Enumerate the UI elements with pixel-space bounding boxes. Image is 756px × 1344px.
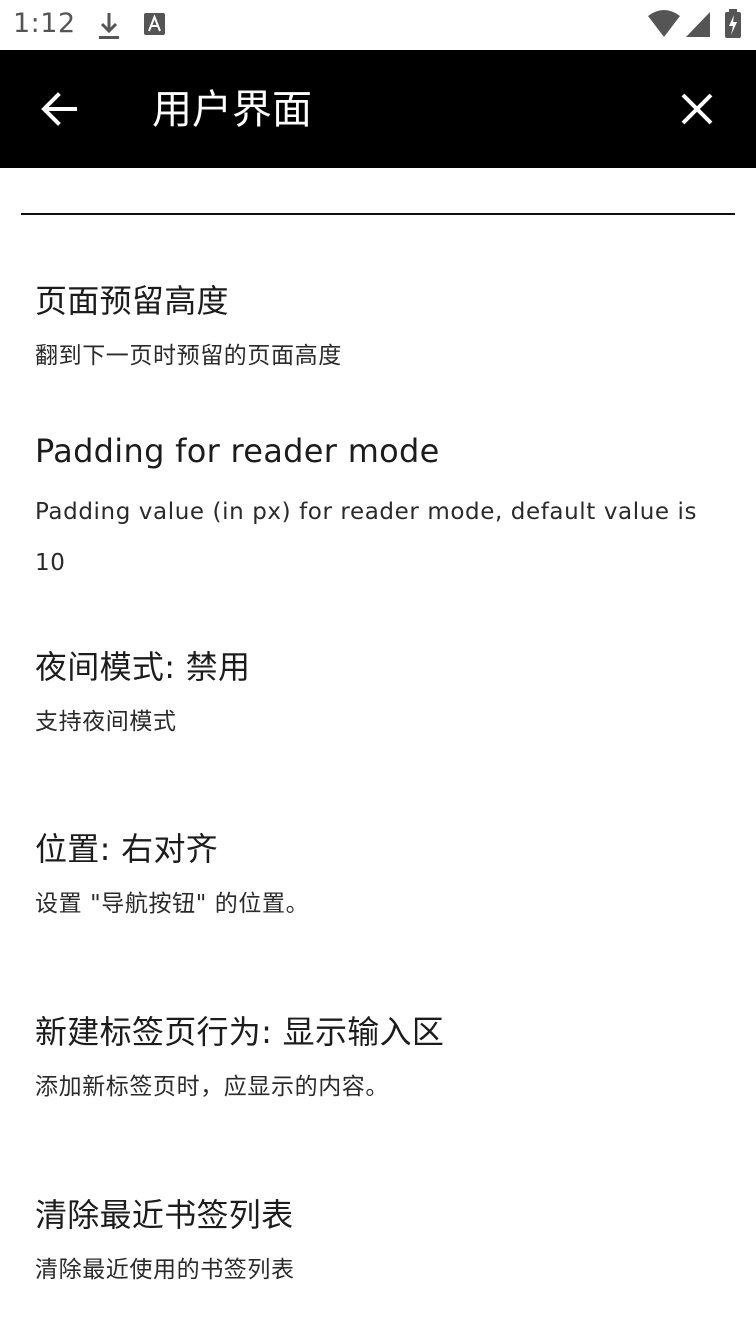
close-button[interactable] bbox=[662, 74, 732, 144]
divider bbox=[21, 213, 735, 215]
pref-item-page-margin[interactable]: 页面预留高度 翻到下一页时预留的页面高度 bbox=[0, 270, 756, 390]
pref-title: 位置: 右对齐 bbox=[35, 830, 219, 868]
back-button[interactable] bbox=[24, 74, 94, 144]
a-letter-icon bbox=[144, 13, 165, 35]
arrow-left-icon bbox=[41, 92, 77, 126]
download-icon bbox=[99, 13, 119, 39]
pref-title: Padding for reader mode bbox=[35, 432, 440, 470]
pref-title: 清除最近书签列表 bbox=[35, 1196, 294, 1234]
pref-title: 夜间模式: 禁用 bbox=[35, 648, 251, 686]
page-title: 用户界面 bbox=[152, 87, 312, 133]
pref-summary: 支持夜间模式 bbox=[35, 709, 177, 735]
wifi-icon bbox=[648, 10, 680, 37]
pref-summary: Padding value (in px) for reader mode, d… bbox=[35, 499, 698, 576]
pref-item-clear-bookmarks[interactable]: 清除最近书签列表 清除最近使用的书签列表 bbox=[0, 1184, 756, 1314]
pref-item-reader-padding[interactable]: Padding for reader mode Padding value (i… bbox=[0, 426, 756, 596]
pref-item-night-mode[interactable]: 夜间模式: 禁用 支持夜间模式 bbox=[0, 636, 756, 766]
pref-summary: 设置 "导航按钮" 的位置。 bbox=[35, 891, 310, 917]
status-time: 1:12 bbox=[13, 8, 76, 39]
status-bar: 1:12 bbox=[0, 0, 756, 50]
pref-summary: 添加新标签页时，应显示的内容。 bbox=[35, 1074, 389, 1100]
pref-summary: 清除最近使用的书签列表 bbox=[35, 1257, 295, 1283]
app-bar: 用户界面 bbox=[0, 50, 756, 168]
pref-title: 新建标签页行为: 显示输入区 bbox=[35, 1013, 445, 1051]
battery-charging-icon bbox=[725, 9, 741, 38]
signal-icon bbox=[686, 12, 710, 37]
pref-title: 页面预留高度 bbox=[35, 282, 229, 320]
close-icon bbox=[681, 93, 713, 125]
pref-item-nav-position[interactable]: 位置: 右对齐 设置 "导航按钮" 的位置。 bbox=[0, 818, 756, 948]
pref-summary: 翻到下一页时预留的页面高度 bbox=[35, 343, 342, 369]
pref-item-new-tab-behavior[interactable]: 新建标签页行为: 显示输入区 添加新标签页时，应显示的内容。 bbox=[0, 1001, 756, 1131]
